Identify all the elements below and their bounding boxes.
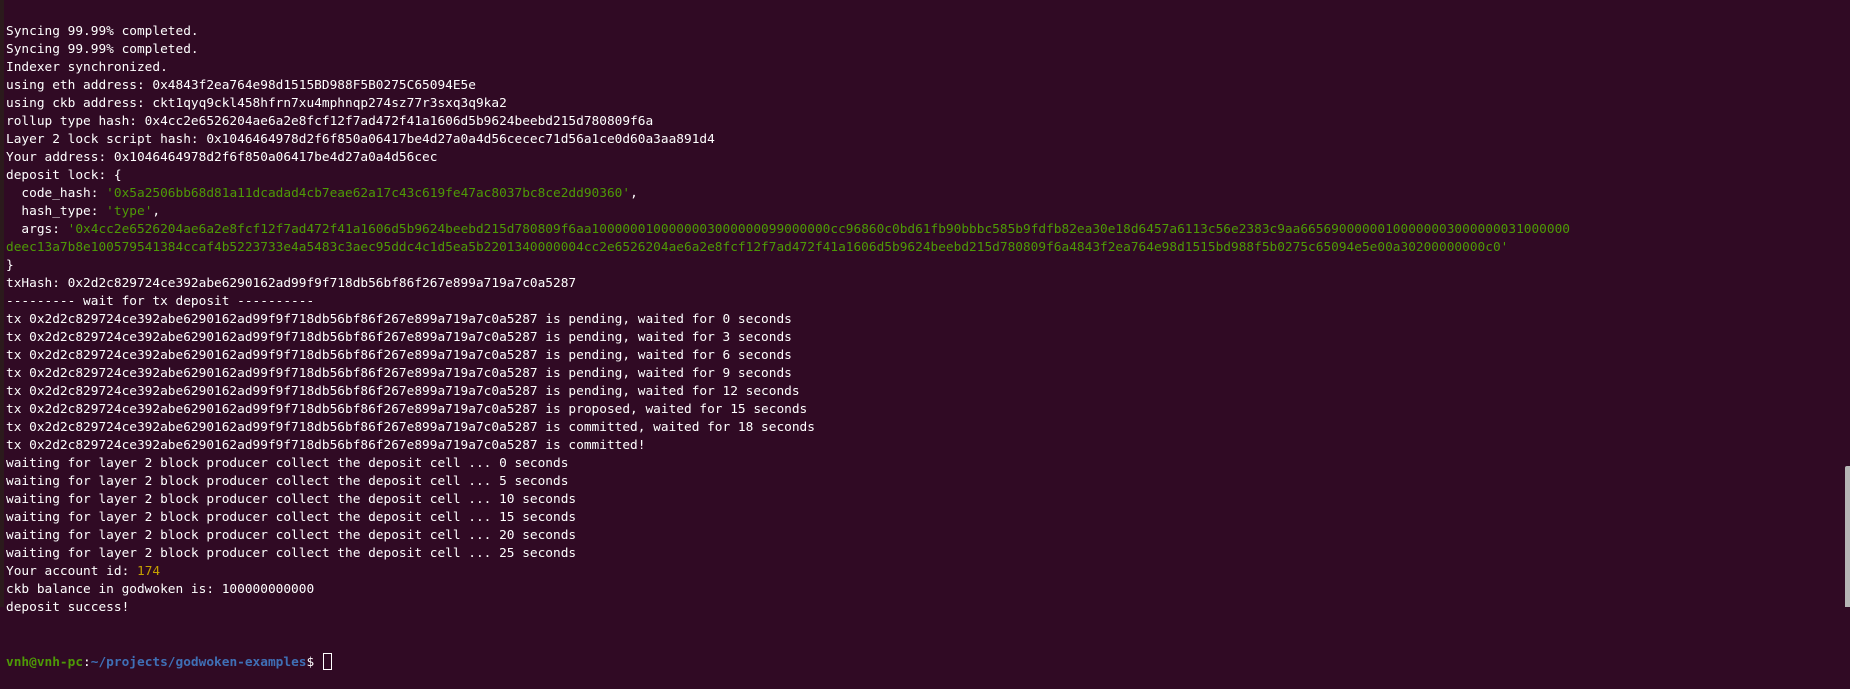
output-text: tx 0x2d2c829724ce392abe6290162ad99f9f718… xyxy=(6,330,792,345)
terminal-line: } xyxy=(6,257,1842,275)
terminal-line: waiting for layer 2 block producer colle… xyxy=(6,473,1842,491)
output-text: deposit success! xyxy=(6,600,130,615)
terminal-line: rollup type hash: 0x4cc2e6526204ae6a2e8f… xyxy=(6,113,1842,131)
output-text: tx 0x2d2c829724ce392abe6290162ad99f9f718… xyxy=(6,312,792,327)
output-text: txHash: 0x2d2c829724ce392abe6290162ad99f… xyxy=(6,276,577,291)
output-text: args: xyxy=(6,222,68,237)
output-text: Indexer synchronized. xyxy=(6,60,168,75)
terminal-line: waiting for layer 2 block producer colle… xyxy=(6,455,1842,473)
prompt-symbol: $ xyxy=(306,655,322,670)
output-text: using ckb address: ckt1qyq9ckl458hfrn7xu… xyxy=(6,96,507,111)
shell-prompt-line[interactable]: vnh@vnh-pc:~/projects/godwoken-examples$ xyxy=(6,653,1842,671)
terminal-output[interactable]: Syncing 99.99% completed. Syncing 99.99% … xyxy=(6,0,1842,689)
terminal-line: tx 0x2d2c829724ce392abe6290162ad99f9f718… xyxy=(6,419,1842,437)
terminal-line: deec13a7b8e100579541384ccaf4b5223733e4a5… xyxy=(6,239,1842,257)
terminal-line: txHash: 0x2d2c829724ce392abe6290162ad99f… xyxy=(6,275,1842,293)
terminal-line: waiting for layer 2 block producer colle… xyxy=(6,509,1842,527)
output-text: waiting for layer 2 block producer colle… xyxy=(6,528,577,543)
terminal-lines: Syncing 99.99% completed. Syncing 99.99% … xyxy=(6,23,1842,617)
terminal-line: tx 0x2d2c829724ce392abe6290162ad99f9f718… xyxy=(6,365,1842,383)
output-text: rollup type hash: 0x4cc2e6526204ae6a2e8f… xyxy=(6,114,654,129)
output-text: , xyxy=(152,204,161,219)
text-cursor xyxy=(322,653,332,670)
terminal-line: using eth address: 0x4843f2ea764e98d1515… xyxy=(6,77,1842,95)
terminal-line: tx 0x2d2c829724ce392abe6290162ad99f9f718… xyxy=(6,347,1842,365)
output-text: waiting for layer 2 block producer colle… xyxy=(6,510,577,525)
output-text: tx 0x2d2c829724ce392abe6290162ad99f9f718… xyxy=(6,420,815,435)
terminal-line: waiting for layer 2 block producer colle… xyxy=(6,491,1842,509)
terminal-line: deposit success! xyxy=(6,599,1842,617)
output-text: , xyxy=(630,186,638,201)
terminal-line: hash_type: 'type', xyxy=(6,203,1842,221)
terminal-line: tx 0x2d2c829724ce392abe6290162ad99f9f718… xyxy=(6,401,1842,419)
output-text: waiting for layer 2 block producer colle… xyxy=(6,456,569,471)
output-text: tx 0x2d2c829724ce392abe6290162ad99f9f718… xyxy=(6,402,808,417)
output-text: waiting for layer 2 block producer colle… xyxy=(6,492,577,507)
terminal-line: Syncing 99.99% completed. xyxy=(6,23,1842,41)
terminal-line: waiting for layer 2 block producer colle… xyxy=(6,545,1842,563)
output-text: Your address: 0x1046464978d2f6f850a06417… xyxy=(6,150,438,165)
string-literal: '0x4cc2e6526204ae6a2e8fcf12f7ad472f41a16… xyxy=(67,222,1570,237)
terminal-line: tx 0x2d2c829724ce392abe6290162ad99f9f718… xyxy=(6,329,1842,347)
terminal-line: ckb balance in godwoken is: 100000000000 xyxy=(6,581,1842,599)
output-text: tx 0x2d2c829724ce392abe6290162ad99f9f718… xyxy=(6,438,646,453)
output-text: tx 0x2d2c829724ce392abe6290162ad99f9f718… xyxy=(6,384,800,399)
terminal-line: deposit lock: { xyxy=(6,167,1842,185)
terminal-line: code_hash: '0x5a2506bb68d81a11dcadad4cb7… xyxy=(6,185,1842,203)
output-text: waiting for layer 2 block producer colle… xyxy=(6,474,569,489)
output-text: Syncing 99.99% completed. xyxy=(6,24,199,39)
output-text: ckb balance in godwoken is: 100000000000 xyxy=(6,582,315,597)
terminal-line: args: '0x4cc2e6526204ae6a2e8fcf12f7ad472… xyxy=(6,221,1842,239)
terminal-line: tx 0x2d2c829724ce392abe6290162ad99f9f718… xyxy=(6,383,1842,401)
terminal-line: tx 0x2d2c829724ce392abe6290162ad99f9f718… xyxy=(6,311,1842,329)
scrollbar-thumb[interactable] xyxy=(1845,466,1850,607)
output-text: } xyxy=(6,258,14,273)
output-text: using eth address: 0x4843f2ea764e98d1515… xyxy=(6,78,476,93)
prompt-path: ~/projects/godwoken-examples xyxy=(90,655,307,670)
output-text: Syncing 99.99% completed. xyxy=(6,42,199,57)
terminal-line: waiting for layer 2 block producer colle… xyxy=(6,527,1842,545)
terminal-line: --------- wait for tx deposit ---------- xyxy=(6,293,1842,311)
output-text: tx 0x2d2c829724ce392abe6290162ad99f9f718… xyxy=(6,366,792,381)
number-literal: 174 xyxy=(136,564,161,579)
output-text: Layer 2 lock script hash: 0x1046464978d2… xyxy=(6,132,715,147)
output-text: hash_type: xyxy=(6,204,107,219)
prompt-user-host: vnh@vnh-pc xyxy=(6,655,84,670)
output-text: waiting for layer 2 block producer colle… xyxy=(6,546,577,561)
terminal-line: using ckb address: ckt1qyq9ckl458hfrn7xu… xyxy=(6,95,1842,113)
terminal-line: Indexer synchronized. xyxy=(6,59,1842,77)
terminal-line: tx 0x2d2c829724ce392abe6290162ad99f9f718… xyxy=(6,437,1842,455)
terminal-line: Your address: 0x1046464978d2f6f850a06417… xyxy=(6,149,1842,167)
string-literal: '0x5a2506bb68d81a11dcadad4cb7eae62a17c43… xyxy=(106,186,631,201)
terminal-line: Your account id: 174 xyxy=(6,563,1842,581)
string-literal: deec13a7b8e100579541384ccaf4b5223733e4a5… xyxy=(6,240,1509,255)
output-text: --------- wait for tx deposit ---------- xyxy=(6,294,315,309)
terminal-line: Layer 2 lock script hash: 0x1046464978d2… xyxy=(6,131,1842,149)
string-literal: 'type' xyxy=(106,204,153,219)
background-edge xyxy=(0,0,4,607)
output-text: Your account id: xyxy=(6,564,137,579)
terminal-line: Syncing 99.99% completed. xyxy=(6,41,1842,59)
prompt-separator: : xyxy=(83,655,91,670)
output-text: deposit lock: { xyxy=(6,168,122,183)
output-text: tx 0x2d2c829724ce392abe6290162ad99f9f718… xyxy=(6,348,792,363)
output-text: code_hash: xyxy=(6,186,107,201)
